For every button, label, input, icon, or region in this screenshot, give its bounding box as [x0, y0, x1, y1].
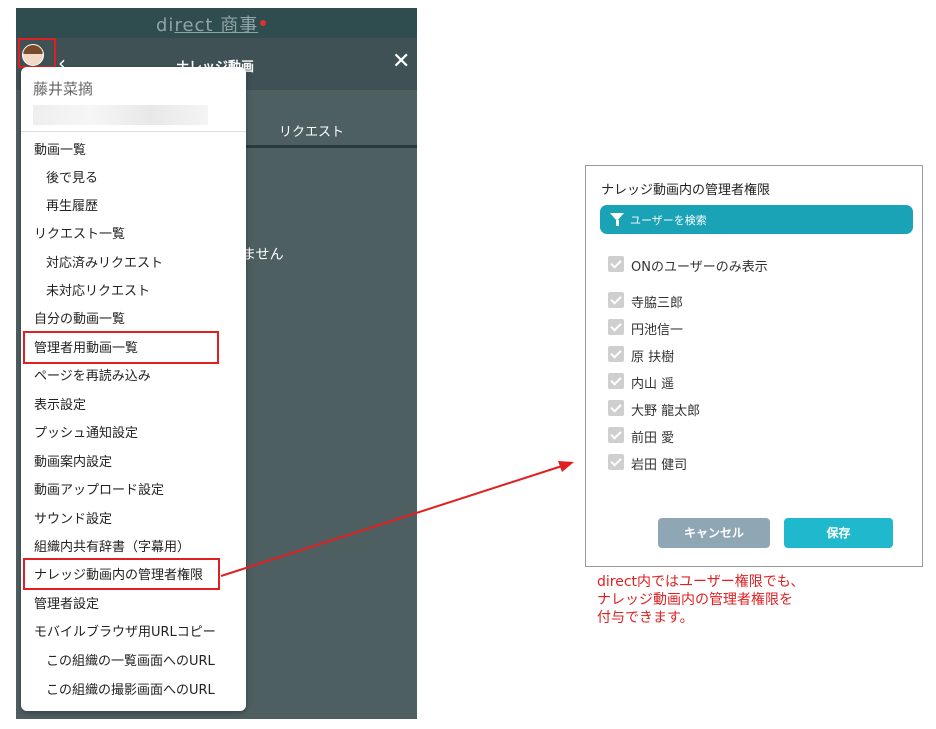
filter-icon-stem: [616, 220, 619, 226]
user-name: 岩田 健司: [631, 458, 688, 473]
user-search-bar[interactable]: ユーザーを検索: [600, 205, 913, 234]
annotation-line-3: 付与できます。: [597, 610, 694, 626]
checkbox[interactable]: [608, 373, 624, 389]
checkbox[interactable]: [608, 346, 624, 362]
search-label: ユーザーを検索: [630, 214, 707, 227]
user-name: 内山 遥: [631, 377, 675, 392]
checkbox[interactable]: [608, 319, 624, 335]
save-button[interactable]: 保存: [784, 518, 893, 548]
user-name: 寺脇三郎: [631, 296, 684, 311]
arrow-head: [558, 461, 574, 472]
only-on-label: ONのユーザーのみ表示: [631, 260, 768, 275]
user-name: 前田 愛: [631, 431, 675, 446]
user-name: 円池信一: [631, 323, 684, 338]
checkbox[interactable]: [608, 256, 624, 272]
dialog-title: ナレッジ動画内の管理者権限: [601, 183, 771, 198]
checkbox[interactable]: [608, 454, 624, 470]
admin-permission-dialog: ナレッジ動画内の管理者権限 ユーザーを検索 ONのユーザーのみ表示 寺脇三郎 円…: [585, 165, 923, 567]
checkbox[interactable]: [608, 292, 624, 308]
user-name: 大野 龍太郎: [631, 404, 701, 419]
annotation-note: direct内ではユーザー権限でも、 ナレッジ動画内の管理者権限を 付与できます…: [597, 573, 804, 627]
arrow-line: [220, 465, 563, 577]
cancel-button[interactable]: キャンセル: [658, 518, 770, 548]
annotation-line-2: ナレッジ動画内の管理者権限を: [597, 592, 793, 608]
user-name: 原 扶樹: [631, 350, 675, 365]
annotation-line-1: direct内ではユーザー権限でも、: [597, 574, 805, 590]
checkbox[interactable]: [608, 400, 624, 416]
checkbox[interactable]: [608, 427, 624, 443]
